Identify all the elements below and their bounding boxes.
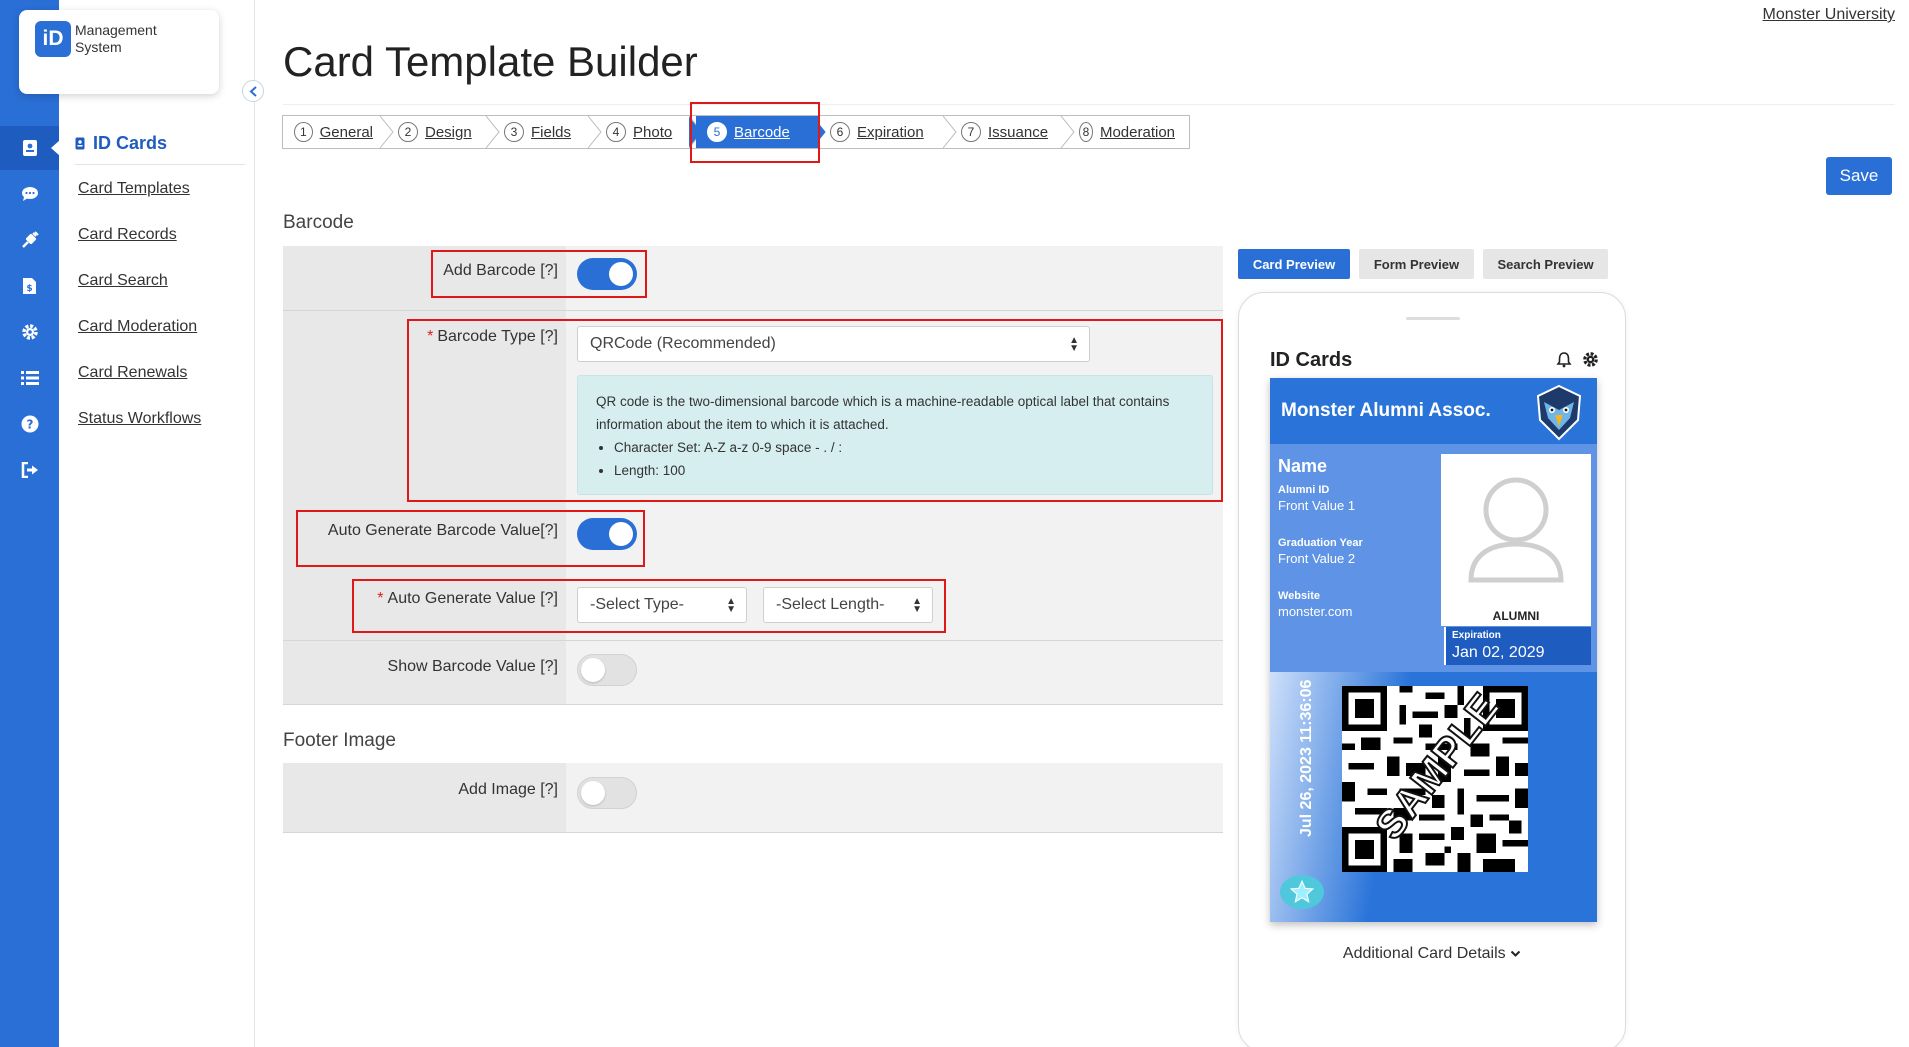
row-divider — [283, 704, 1223, 705]
select-caret-icon: ▲ ▼ — [726, 596, 736, 615]
gear-icon[interactable] — [0, 310, 59, 354]
phone-preview: ID Cards Monster Alumni Assoc. Name Alum… — [1238, 292, 1626, 1047]
step-fields[interactable]: 3 Fields — [493, 116, 602, 148]
card-expiration: Expiration Jan 02, 2029 — [1444, 627, 1591, 665]
list-icon[interactable] — [0, 356, 59, 400]
sidebar-item-card-search[interactable]: Card Search — [78, 272, 168, 290]
sidebar-item-card-moderation[interactable]: Card Moderation — [78, 318, 197, 336]
step-general[interactable]: 1 General — [283, 116, 394, 148]
barcode-type-label: * Barcode Type [?] — [427, 328, 558, 345]
step-design[interactable]: 2 Design — [387, 116, 500, 148]
sidebar-item-card-templates[interactable]: Card Templates — [78, 180, 190, 198]
chat-icon[interactable] — [0, 172, 59, 216]
auto-value-label: * Auto Generate Value [?] — [377, 590, 558, 607]
gear-icon[interactable] — [1582, 351, 1599, 368]
row-divider — [283, 640, 1223, 641]
chevron-down-icon — [1510, 950, 1521, 957]
auto-generate-toggle[interactable] — [577, 518, 637, 550]
card-field2-label: Graduation Year — [1278, 537, 1363, 549]
card-role: ALUMNI — [1492, 609, 1540, 623]
card-org-name: Monster Alumni Assoc. — [1281, 400, 1491, 421]
select-type-dropdown[interactable]: -Select Type- ▲ ▼ — [577, 587, 747, 623]
sidebar-heading: ID Cards — [75, 133, 245, 165]
card-header: Monster Alumni Assoc. — [1270, 378, 1597, 444]
show-value-label: Show Barcode Value [?] — [387, 658, 558, 675]
phone-title: ID Cards — [1270, 349, 1353, 371]
app-logo[interactable]: iD Management System — [19, 10, 219, 94]
bell-icon[interactable] — [1556, 351, 1572, 368]
chevron-left-icon[interactable] — [242, 80, 264, 102]
add-image-label: Add Image [?] — [458, 781, 558, 798]
invoice-icon[interactable]: $ — [0, 264, 59, 308]
step-barcode[interactable]: 5 Barcode — [696, 116, 826, 148]
icon-rail: $ ? — [0, 0, 60, 1047]
barcode-info-box: QR code is the two-dimensional barcode w… — [577, 375, 1213, 495]
org-link[interactable]: Monster University — [1763, 6, 1895, 24]
card-field2-value: Front Value 2 — [1278, 551, 1356, 566]
sidebar: ID Cards Card Templates Card Records Car… — [59, 0, 255, 1047]
logo-mark: iD — [35, 21, 71, 57]
additional-card-details-link[interactable]: Additional Card Details — [1239, 945, 1625, 963]
card-barcode-area: Jul 26, 2023 11:36:06 SAMPLE — [1270, 672, 1597, 922]
card-name-label: Name — [1278, 456, 1328, 476]
phone-notch — [1406, 317, 1460, 320]
user-silhouette-icon — [1468, 477, 1564, 583]
show-value-toggle[interactable] — [577, 654, 637, 686]
page-title: Card Template Builder — [283, 38, 698, 85]
id-card-icon[interactable] — [0, 126, 60, 170]
tab-card-preview[interactable]: Card Preview — [1238, 249, 1350, 279]
logo-text: Management System — [75, 22, 157, 55]
step-expiration[interactable]: 6 Expiration — [819, 116, 957, 148]
id-card-preview: Monster Alumni Assoc. Name Alumni ID Fro… — [1270, 378, 1597, 922]
auto-generate-label: Auto Generate Barcode Value[?] — [327, 522, 558, 539]
card-timestamp: Jul 26, 2023 11:36:06 — [1298, 679, 1315, 837]
sidebar-item-card-records[interactable]: Card Records — [78, 226, 177, 244]
svg-text:?: ? — [26, 418, 33, 432]
step-issuance[interactable]: 7 Issuance — [950, 116, 1075, 148]
card-photo: ALUMNI — [1441, 454, 1591, 626]
step-wizard: 1 General 2 Design 3 Fields 4 Photo 5 Barcode… — [282, 115, 1190, 149]
step-moderation[interactable]: 8 Moderation — [1068, 116, 1189, 148]
step-photo[interactable]: 4 Photo — [595, 116, 703, 148]
sidebar-item-card-renewals[interactable]: Card Renewals — [78, 364, 187, 382]
row-divider — [283, 310, 1223, 311]
svg-text:$: $ — [26, 284, 32, 294]
card-field3-label: Website — [1278, 590, 1320, 602]
add-barcode-label: Add Barcode [?] — [443, 262, 558, 279]
add-barcode-toggle[interactable] — [577, 258, 637, 290]
footer-image-form: Add Image [?] — [283, 763, 1223, 833]
title-divider — [283, 104, 1895, 105]
hawk-mascot-icon — [1536, 384, 1582, 441]
save-button[interactable]: Save — [1826, 157, 1892, 195]
label-column — [283, 246, 566, 705]
card-field1-label: Alumni ID — [1278, 484, 1330, 496]
star-badge — [1280, 875, 1324, 909]
card-field1-value: Front Value 1 — [1278, 498, 1356, 513]
star-icon — [1289, 879, 1315, 903]
logout-icon[interactable] — [0, 448, 59, 492]
sidebar-item-status-workflows[interactable]: Status Workflows — [78, 410, 201, 428]
barcode-section-title: Barcode — [283, 212, 354, 233]
tab-form-preview[interactable]: Form Preview — [1359, 249, 1474, 279]
select-caret-icon: ▲ ▼ — [1069, 335, 1079, 354]
row-divider — [283, 832, 1223, 833]
select-length-dropdown[interactable]: -Select Length- ▲ ▼ — [763, 587, 933, 623]
select-caret-icon: ▲ ▼ — [912, 596, 922, 615]
tab-search-preview[interactable]: Search Preview — [1483, 249, 1608, 279]
help-icon[interactable]: ? — [0, 402, 59, 446]
barcode-type-select[interactable]: QRCode (Recommended) ▲ ▼ — [577, 326, 1090, 362]
plug-icon[interactable] — [0, 218, 59, 262]
footer-image-section-title: Footer Image — [283, 730, 396, 751]
card-field3-value: monster.com — [1278, 604, 1353, 619]
id-card-icon — [75, 137, 85, 150]
barcode-form: Add Barcode [?] * Barcode Type [?] QRCode… — [283, 246, 1223, 705]
add-image-toggle[interactable] — [577, 777, 637, 809]
